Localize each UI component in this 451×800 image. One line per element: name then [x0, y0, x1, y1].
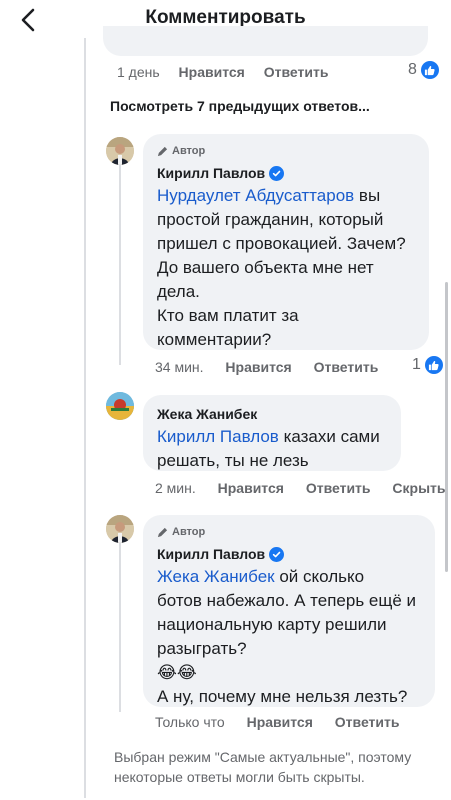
author-badge-label: Автор — [172, 145, 206, 157]
reply-button[interactable]: Ответить — [314, 359, 379, 375]
thread-line — [84, 38, 86, 798]
comment-text: Кирилл Павлов казахи сами решать, ты не … — [157, 425, 389, 473]
author-badge: Автор — [157, 525, 423, 539]
comment-line: ой сколько — [279, 567, 365, 586]
mention-link[interactable]: Кирилл Павлов — [157, 427, 279, 446]
like-icon — [424, 356, 443, 374]
comment-line: пришел с провокацией. Зачем? — [157, 234, 406, 253]
avatar[interactable] — [106, 392, 134, 420]
comment-bubble-partial — [103, 26, 428, 56]
mention-link[interactable]: Жека Жанибек — [157, 567, 275, 586]
like-button[interactable]: Нравится — [179, 64, 245, 80]
author-badge-label: Автор — [172, 526, 206, 538]
thread-line — [119, 542, 121, 712]
avatar[interactable] — [106, 515, 134, 543]
comment-line: разыграть? — [157, 639, 247, 658]
thread-line — [119, 165, 121, 365]
comment-line: вы — [358, 186, 381, 205]
comment-bubble: Автор Кирилл Павлов Нурдаулет Абдусаттар… — [143, 134, 429, 350]
like-icon — [420, 61, 439, 79]
avatar[interactable] — [106, 137, 134, 165]
commenter-name[interactable]: Жека Жанибек — [157, 406, 257, 422]
like-button[interactable]: Нравится — [247, 714, 313, 730]
reply-button[interactable]: Ответить — [264, 64, 329, 80]
commenter-name-row[interactable]: Жека Жанибек — [157, 405, 389, 423]
pencil-icon — [157, 146, 168, 156]
comment-time: 1 день — [117, 64, 160, 80]
comment-line: казахи сами — [283, 427, 380, 446]
commenter-name-row[interactable]: Кирилл Павлов — [157, 545, 423, 563]
reply-button[interactable]: Ответить — [306, 480, 371, 496]
comment-bubble: Автор Кирилл Павлов Жека Жанибек ой скол… — [143, 515, 435, 707]
commenter-name[interactable]: Кирилл Павлов — [157, 165, 265, 181]
comment-text: Нурдаулет Абдусаттаров вы простой гражда… — [157, 184, 417, 352]
hide-button[interactable]: Скрыть — [392, 480, 445, 496]
comment-time: Только что — [155, 714, 225, 730]
like-button[interactable]: Нравится — [225, 359, 291, 375]
comment-line: решать, ты не лезь — [157, 451, 309, 470]
commenter-name[interactable]: Кирилл Павлов — [157, 546, 265, 562]
comment-line: национальную карту решили — [157, 615, 387, 634]
like-count-value: 8 — [408, 61, 417, 78]
comment-line: комментарии? — [157, 330, 272, 349]
comment-time: 2 мин. — [155, 480, 196, 496]
scrollbar[interactable] — [445, 282, 448, 572]
verified-icon — [269, 546, 285, 562]
comment-line: простой гражданин, который — [157, 210, 384, 229]
comment-meta: 2 мин. Нравится Ответить Скрыть — [155, 480, 446, 496]
mention-link[interactable]: Нурдаулет Абдусаттаров — [157, 186, 354, 205]
comment-meta: 1 день Нравится Ответить — [117, 64, 328, 80]
like-count-value: 1 — [412, 356, 421, 373]
comment-meta: 34 мин. Нравится Ответить — [155, 359, 378, 375]
author-badge: Автор — [157, 144, 417, 158]
comment-line: ботов набежало. А теперь ещё и — [157, 591, 417, 610]
reply-button[interactable]: Ответить — [335, 714, 400, 730]
verified-icon — [269, 165, 285, 181]
like-count[interactable]: 1 — [412, 356, 443, 374]
comment-line: До вашего объекта мне нет — [157, 258, 374, 277]
comment-time: 34 мин. — [155, 359, 204, 375]
comment-line: А ну, почему мне нельзя лезть? — [157, 687, 408, 706]
comment-emoji: 😂😂 — [157, 663, 197, 682]
pencil-icon — [157, 527, 168, 537]
commenter-name-row[interactable]: Кирилл Павлов — [157, 164, 417, 182]
comment-line: Кто вам платит за — [157, 306, 299, 325]
sort-mode-note: Выбран режим "Самые актуальные", поэтому… — [114, 749, 412, 785]
like-button[interactable]: Нравится — [218, 480, 284, 496]
like-count[interactable]: 8 — [408, 61, 439, 79]
view-previous-replies-link[interactable]: Посмотреть 7 предыдущих ответов... — [110, 98, 370, 114]
comment-line: дела. — [157, 282, 200, 301]
comment-text: Жека Жанибек ой сколько ботов набежало. … — [157, 565, 423, 709]
comment-meta: Только что Нравится Ответить — [155, 714, 399, 730]
comment-bubble: Жека Жанибек Кирилл Павлов казахи сами р… — [143, 395, 401, 471]
